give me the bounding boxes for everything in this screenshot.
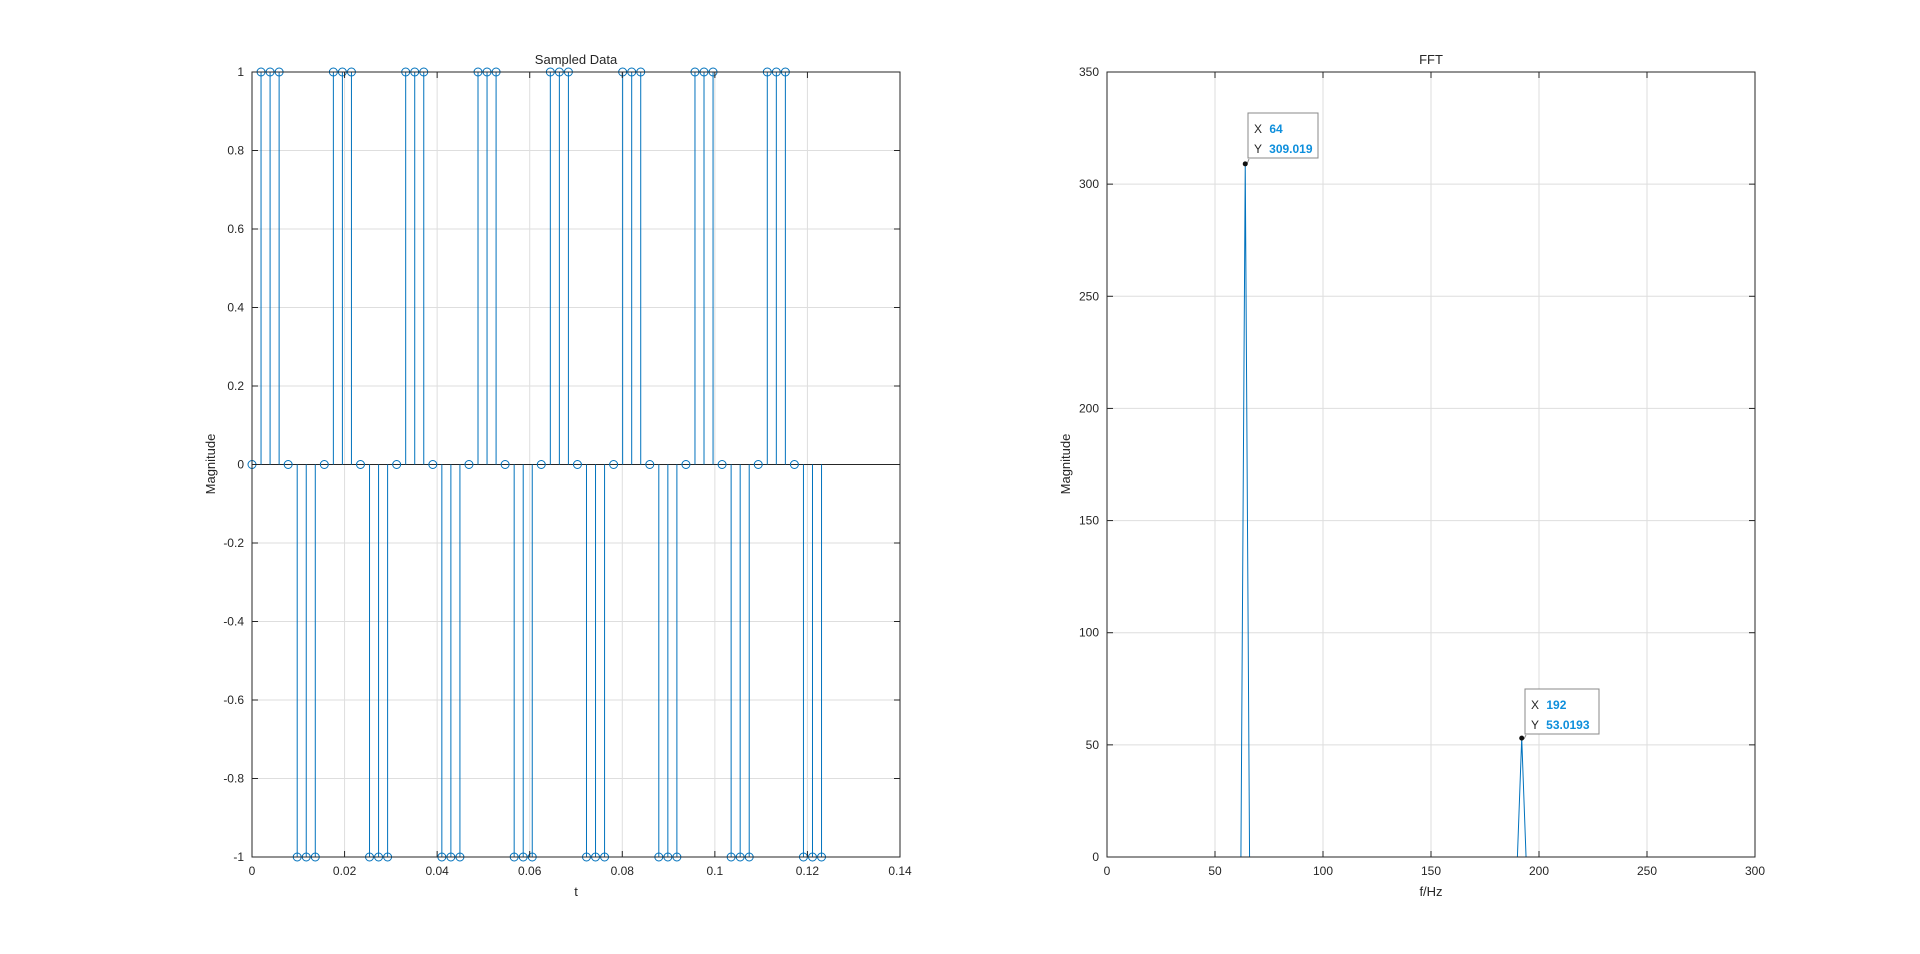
datatip-y-label: Y <box>1254 142 1262 156</box>
datatip-marker <box>1519 735 1525 741</box>
y-tick-label: 0.2 <box>227 379 244 393</box>
y-tick-label: 150 <box>1079 514 1099 528</box>
x-tick-label: 0.04 <box>425 864 449 878</box>
y-tick-label: -1 <box>233 850 244 864</box>
x-tick-label: 300 <box>1745 864 1765 878</box>
y-tick-label: 350 <box>1079 65 1099 79</box>
datatip-y-value: 53.0193 <box>1546 718 1590 732</box>
figure: 0 0.02 0.04 0.06 0.08 0.1 0.12 0.14 -1-0.8-0.6-… <box>203 52 1765 899</box>
y-tick-label: 100 <box>1079 626 1099 640</box>
x-tick-label: 200 <box>1529 864 1549 878</box>
x-tick-label: 0.02 <box>333 864 357 878</box>
datatip-x-label: X <box>1531 698 1539 712</box>
x-tick-label: 0 <box>249 864 256 878</box>
x-axis-label: f/Hz <box>1419 884 1442 899</box>
chart-title: FFT <box>1419 52 1443 67</box>
y-axis-label: Magnitude <box>203 434 218 495</box>
datatip-peak-2[interactable]: X 192 Y 53.0193 <box>1519 688 1600 741</box>
svg-text:Y 309.019: Y 309.019 <box>1254 142 1313 156</box>
y-tick-label: 0.4 <box>227 301 244 315</box>
y-axis-label: Magnitude <box>1058 434 1073 495</box>
chart-title: Sampled Data <box>535 52 618 67</box>
y-tick-label: -0.4 <box>223 615 244 629</box>
y-tick-label: 0.6 <box>227 222 244 236</box>
y-tick-labels: 0 50 100 150 200 250 300 350 <box>1079 65 1099 864</box>
datatip-y-value: 309.019 <box>1269 142 1313 156</box>
svg-text:X 192: X 192 <box>1531 698 1567 712</box>
x-tick-label: 0 <box>1104 864 1111 878</box>
x-tick-label: 50 <box>1208 864 1222 878</box>
y-tick-label: 200 <box>1079 401 1099 415</box>
y-tick-label: 0.8 <box>227 144 244 158</box>
y-tick-label: 250 <box>1079 289 1099 303</box>
datatip-marker <box>1242 161 1248 167</box>
y-tick-label: -0.8 <box>223 772 244 786</box>
datatip-x-value: 64 <box>1269 122 1283 136</box>
y-tick-label: 50 <box>1086 738 1100 752</box>
x-tick-label: 0.08 <box>611 864 635 878</box>
y-tick-label: -0.6 <box>223 693 244 707</box>
x-tick-labels: 0 0.02 0.04 0.06 0.08 0.1 0.12 0.14 <box>249 864 912 878</box>
y-tick-label: 300 <box>1079 177 1099 191</box>
x-tick-label: 0.12 <box>796 864 820 878</box>
sampled-data-axes[interactable]: 0 0.02 0.04 0.06 0.08 0.1 0.12 0.14 -1-0.8-0.6-… <box>203 52 912 899</box>
x-axis-label: t <box>574 884 578 899</box>
datatip-x-value: 192 <box>1546 698 1566 712</box>
fft-axes[interactable]: 0 50 100 150 200 250 300 0 50 100 150 200 250 300 350… <box>1058 52 1765 899</box>
x-tick-label: 250 <box>1637 864 1657 878</box>
x-tick-label: 0.06 <box>518 864 542 878</box>
x-tick-label: 0.14 <box>888 864 912 878</box>
datatip-x-label: X <box>1254 122 1262 136</box>
datatip-y-label: Y <box>1531 718 1539 732</box>
y-tick-label: -0.2 <box>223 536 244 550</box>
y-tick-label: 1 <box>237 65 244 79</box>
svg-text:X 64: X 64 <box>1254 122 1283 136</box>
svg-text:Y 53.0193: Y 53.0193 <box>1531 718 1590 732</box>
x-tick-label: 100 <box>1313 864 1333 878</box>
datatip-peak-1[interactable]: X 64 Y 309.019 <box>1242 112 1319 167</box>
y-tick-labels: -1 -0.8 -0.6 -0.4 -0.2 0 0.2 0.4 0.6 0.8 1 <box>223 65 244 864</box>
y-tick-label: 0 <box>237 458 244 472</box>
x-tick-label: 150 <box>1421 864 1441 878</box>
y-tick-label: 0 <box>1092 850 1099 864</box>
x-tick-labels: 0 50 100 150 200 250 300 <box>1104 864 1766 878</box>
x-tick-label: 0.1 <box>707 864 724 878</box>
